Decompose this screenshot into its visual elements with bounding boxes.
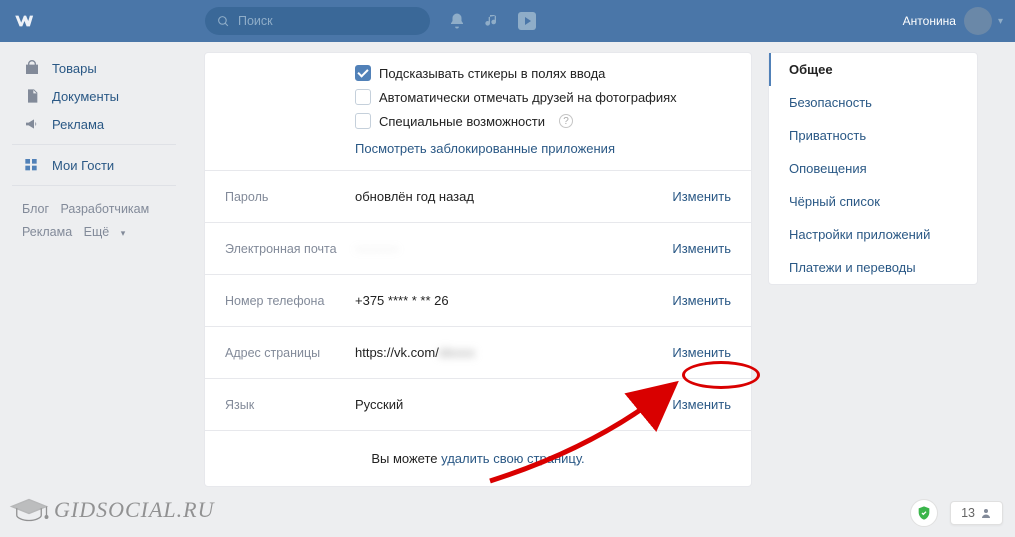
bag-icon: [22, 60, 42, 76]
settings-panel: Подсказывать стикеры в полях ввода Автом…: [204, 52, 752, 487]
delete-account-row: Вы можете удалить свою страницу.: [205, 430, 751, 486]
link-devs[interactable]: Разработчикам: [61, 202, 150, 216]
change-link[interactable]: Изменить: [672, 241, 731, 256]
setting-label: Электронная почта: [225, 242, 355, 256]
search-box[interactable]: [205, 7, 430, 35]
checkbox-row-accessibility[interactable]: Специальные возможности ?: [355, 109, 731, 133]
shield-icon[interactable]: [910, 499, 938, 527]
nav-general[interactable]: Общее: [769, 53, 977, 86]
sidebar-item-goods[interactable]: Товары: [12, 54, 176, 82]
change-link[interactable]: Изменить: [672, 345, 731, 360]
counter-value: 13: [961, 506, 975, 520]
setting-row-phone: Номер телефона +375 **** * ** 26 Изменит…: [205, 274, 751, 326]
horn-icon: [22, 116, 42, 132]
sidebar-item-label: Реклама: [52, 117, 104, 132]
sidebar-item-guests[interactable]: Мои Гости: [12, 151, 176, 179]
setting-row-password: Пароль обновлён год назад Изменить: [205, 170, 751, 222]
setting-value: ··········: [355, 241, 672, 256]
nav-notifications[interactable]: Оповещения: [769, 152, 977, 185]
setting-value: +375 **** * ** 26: [355, 293, 672, 308]
checkbox-label: Специальные возможности: [379, 114, 545, 129]
settings-checkboxes: Подсказывать стикеры в полях ввода Автом…: [205, 53, 751, 170]
help-icon[interactable]: ?: [559, 114, 573, 128]
separator: [12, 185, 176, 186]
play-icon[interactable]: [518, 12, 536, 30]
setting-label: Пароль: [225, 190, 355, 204]
search-icon: [217, 15, 230, 28]
nav-privacy[interactable]: Приватность: [769, 119, 977, 152]
header-icons: [448, 12, 536, 30]
setting-value: Русский: [355, 397, 672, 412]
change-link[interactable]: Изменить: [672, 397, 731, 412]
sidebar-item-ads[interactable]: Реклама: [12, 110, 176, 138]
nav-app-settings[interactable]: Настройки приложений: [769, 218, 977, 251]
separator: [12, 144, 176, 145]
change-link[interactable]: Изменить: [672, 293, 731, 308]
online-counter[interactable]: 13: [950, 501, 1003, 525]
setting-value: обновлён год назад: [355, 189, 672, 204]
checkbox-icon: [355, 65, 371, 81]
music-icon[interactable]: [484, 13, 500, 29]
person-icon: [980, 507, 992, 519]
nav-security[interactable]: Безопасность: [769, 86, 977, 119]
left-sidebar: Товары Документы Реклама Мои Гости Блог …: [12, 52, 176, 243]
user-name: Антонина: [903, 14, 956, 28]
sidebar-item-docs[interactable]: Документы: [12, 82, 176, 110]
setting-label: Номер телефона: [225, 294, 355, 308]
sidebar-item-label: Мои Гости: [52, 158, 114, 173]
checkbox-row-tag-friends[interactable]: Автоматически отмечать друзей на фотогра…: [355, 85, 731, 109]
setting-row-url: Адрес страницы https://vk.com/idxxxx Изм…: [205, 326, 751, 378]
delete-link[interactable]: удалить свою страницу.: [441, 451, 585, 466]
bell-icon[interactable]: [448, 12, 466, 30]
doc-icon: [22, 88, 42, 104]
checkbox-row-stickers[interactable]: Подсказывать стикеры в полях ввода: [355, 61, 731, 85]
setting-label: Адрес страницы: [225, 346, 355, 360]
setting-value: https://vk.com/idxxxx: [355, 345, 672, 360]
avatar: [964, 7, 992, 35]
link-blog[interactable]: Блог: [22, 202, 49, 216]
grid-icon: [22, 157, 42, 173]
setting-label: Язык: [225, 398, 355, 412]
checkbox-label: Подсказывать стикеры в полях ввода: [379, 66, 605, 81]
checkbox-icon: [355, 113, 371, 129]
bottom-right-widgets: 13: [910, 499, 1003, 527]
checkbox-label: Автоматически отмечать друзей на фотогра…: [379, 90, 677, 105]
nav-payments[interactable]: Платежи и переводы: [769, 251, 977, 284]
chevron-down-icon: ▾: [998, 16, 1003, 27]
checkbox-icon: [355, 89, 371, 105]
setting-row-language: Язык Русский Изменить: [205, 378, 751, 430]
view-blocked-link[interactable]: Посмотреть заблокированные приложения: [355, 133, 731, 156]
link-ads[interactable]: Реклама: [22, 225, 72, 239]
settings-nav: Общее Безопасность Приватность Оповещени…: [768, 52, 978, 285]
top-header: Антонина ▾: [0, 0, 1015, 42]
change-link[interactable]: Изменить: [672, 189, 731, 204]
vk-logo[interactable]: [12, 7, 40, 35]
delete-prefix: Вы можете: [371, 451, 441, 466]
sidebar-item-label: Документы: [52, 89, 119, 104]
nav-blacklist[interactable]: Чёрный список: [769, 185, 977, 218]
footer-links: Блог Разработчикам Реклама Ещё ▾: [12, 192, 176, 243]
sidebar-item-label: Товары: [52, 61, 97, 76]
search-input[interactable]: [238, 14, 418, 28]
setting-row-email: Электронная почта ·········· Изменить: [205, 222, 751, 274]
profile-menu[interactable]: Антонина ▾: [903, 7, 1003, 35]
link-more[interactable]: Ещё ▾: [84, 225, 134, 239]
